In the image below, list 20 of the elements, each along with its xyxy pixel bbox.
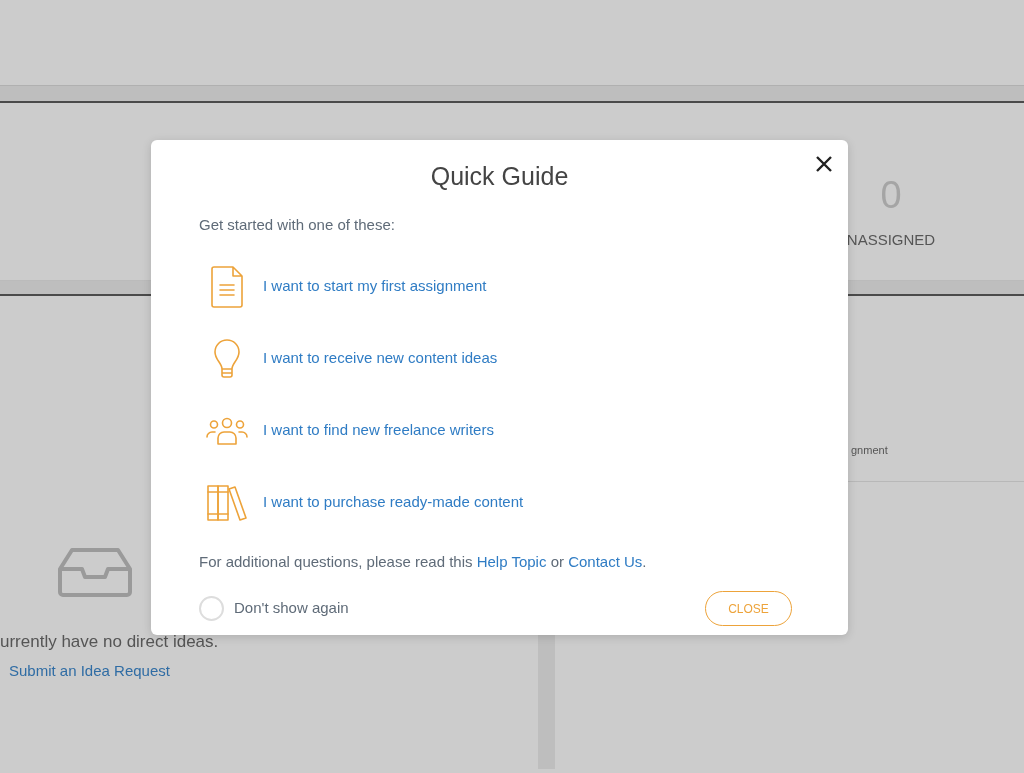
close-icon bbox=[816, 156, 832, 172]
intro-text: Get started with one of these: bbox=[199, 215, 396, 235]
lightbulb-icon bbox=[213, 338, 241, 379]
people-icon bbox=[206, 416, 248, 445]
document-icon bbox=[211, 265, 243, 308]
dont-show-checkbox[interactable] bbox=[199, 596, 224, 621]
dialog-title: Quick Guide bbox=[430, 161, 569, 192]
inbox-icon bbox=[57, 547, 133, 597]
help-sentence: For additional questions, please read this Help Topic or Contact Us. bbox=[199, 551, 648, 572]
books-icon bbox=[207, 484, 247, 521]
guide-option-link[interactable]: I want to find new freelance writers bbox=[263, 419, 494, 442]
guide-option-link[interactable]: I want to purchase ready-made content bbox=[263, 491, 524, 514]
help-topic-link[interactable]: Help Topic bbox=[476, 552, 547, 570]
stat-label: NASSIGNED bbox=[846, 230, 936, 250]
submit-idea-link[interactable]: Submit an Idea Request bbox=[9, 659, 170, 682]
empty-message: urrently have no direct ideas. bbox=[0, 631, 220, 653]
guide-option-link[interactable]: I want to start my first assignment bbox=[263, 275, 487, 298]
dont-show-label: Don't show again bbox=[234, 598, 349, 619]
assignment-text: gnment bbox=[851, 444, 888, 456]
guide-option-link[interactable]: I want to receive new content ideas bbox=[263, 347, 498, 370]
